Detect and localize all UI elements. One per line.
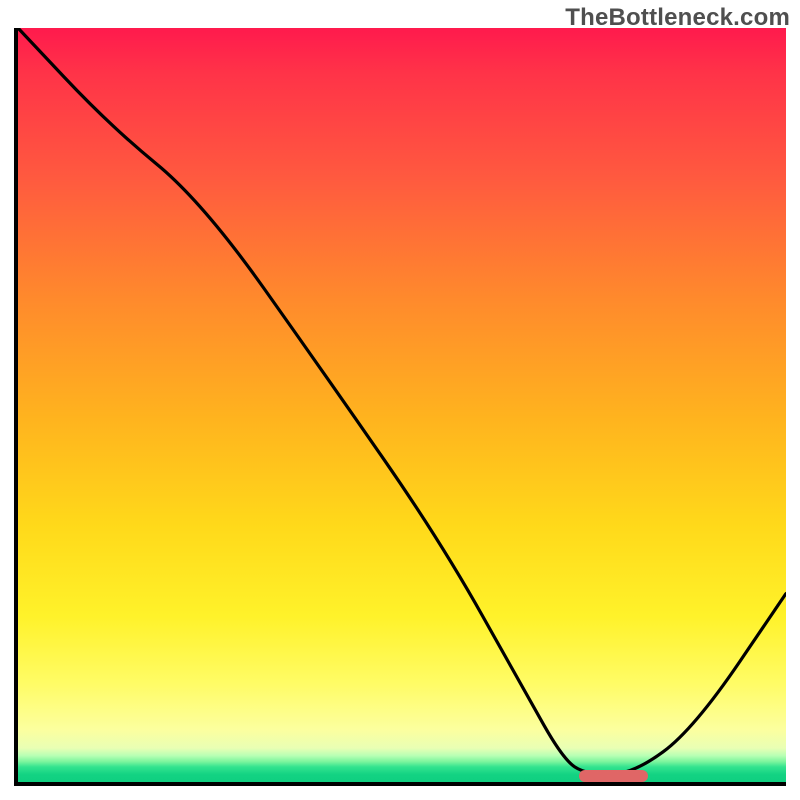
bottleneck-chart: TheBottleneck.com — [0, 0, 800, 800]
curve-svg — [18, 28, 786, 782]
plot-area — [14, 28, 786, 786]
optimal-range-marker — [579, 770, 648, 782]
bottleneck-curve-path — [18, 28, 786, 774]
